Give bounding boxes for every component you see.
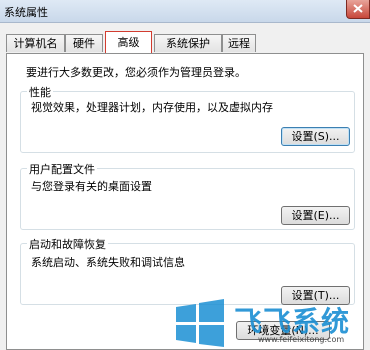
performance-group: 性能 视觉效果，处理器计划，内存使用，以及虚拟内存 设置(S)...: [20, 84, 355, 153]
tab-hardware[interactable]: 硬件: [65, 34, 103, 52]
watermark-url: www.feifeixitong.com: [258, 335, 345, 344]
startup-recovery-desc: 系统启动、系统失败和调试信息: [31, 256, 185, 269]
performance-desc: 视觉效果，处理器计划，内存使用，以及虚拟内存: [31, 101, 273, 114]
performance-settings-button[interactable]: 设置(S)...: [281, 127, 350, 146]
startup-recovery-title: 启动和故障恢复: [27, 236, 108, 252]
watermark-logo: 飞飞系统 www.feifeixitong.com: [172, 295, 370, 350]
tab-strip: 计算机名 硬件 高级 系统保护 远程: [6, 31, 364, 54]
title-bar: 系统属性: [0, 0, 370, 23]
user-profiles-desc: 与您登录有关的桌面设置: [31, 180, 152, 193]
tab-computer-name[interactable]: 计算机名: [6, 34, 65, 52]
user-profiles-group: 用户配置文件 与您登录有关的桌面设置 设置(E)...: [20, 161, 355, 230]
close-button[interactable]: [346, 0, 370, 19]
user-profiles-settings-button[interactable]: 设置(E)...: [281, 206, 350, 225]
admin-notice: 要进行大多数更改，您必须作为管理员登录。: [26, 66, 246, 79]
windows-logo-icon: [176, 299, 224, 347]
watermark-text: 飞飞系统: [234, 305, 351, 338]
close-icon: [353, 4, 363, 13]
tab-system-protection[interactable]: 系统保护: [154, 34, 222, 52]
window-title: 系统属性: [4, 6, 48, 19]
user-profiles-title: 用户配置文件: [27, 161, 97, 177]
tab-advanced[interactable]: 高级: [105, 31, 152, 53]
performance-title: 性能: [27, 84, 53, 100]
tab-remote[interactable]: 远程: [222, 34, 256, 52]
